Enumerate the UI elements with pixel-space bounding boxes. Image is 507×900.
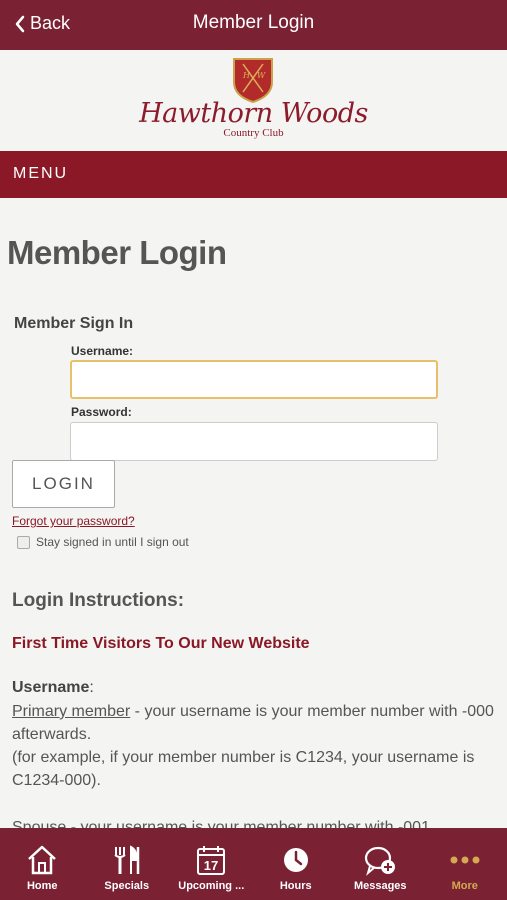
- home-icon: [28, 845, 57, 875]
- calendar-icon: 17: [197, 846, 226, 875]
- svg-text:W: W: [257, 71, 266, 80]
- spouse-text: Spouse - your username is your member nu…: [12, 819, 430, 828]
- back-button[interactable]: Back: [14, 13, 70, 34]
- crest-icon: H W: [233, 58, 273, 104]
- messages-icon: [365, 846, 396, 876]
- primary-member-term: Primary member: [12, 703, 131, 720]
- example-text: (for example, if your member number is C…: [12, 749, 475, 789]
- calendar-day: 17: [204, 858, 218, 873]
- logo-name: Hawthorn Woods: [139, 98, 368, 129]
- tab-specials-label: Specials: [104, 880, 150, 892]
- tab-upcoming[interactable]: 17 Upcoming ...: [169, 828, 254, 900]
- menu-label: MENU: [13, 165, 69, 182]
- main-content: Member Login Member Sign In Username: Pa…: [0, 198, 507, 828]
- page-title: Member Login: [7, 234, 227, 271]
- tab-specials[interactable]: Specials: [85, 828, 170, 900]
- stay-signed-in-checkbox[interactable]: [17, 535, 30, 549]
- club-logo: H W Hawthorn Woods Country Club: [0, 50, 507, 151]
- instructions-title: Login Instructions:: [12, 590, 185, 611]
- tab-home[interactable]: Home: [0, 828, 85, 900]
- password-field[interactable]: [70, 422, 438, 461]
- svg-text:H: H: [242, 71, 251, 80]
- stay-signed-in-row[interactable]: Stay signed in until I sign out: [17, 535, 189, 549]
- first-time-heading: First Time Visitors To Our New Website: [12, 635, 310, 652]
- tab-hours[interactable]: Hours: [254, 828, 339, 900]
- username-label: Username:: [71, 344, 134, 358]
- cutlery-icon: [114, 845, 139, 874]
- username-heading-colon: :: [89, 679, 94, 696]
- back-label: Back: [30, 13, 71, 33]
- password-label: Password:: [71, 405, 132, 419]
- chevron-left-icon: [15, 15, 25, 32]
- clock-icon: [283, 848, 308, 872]
- tab-home-label: Home: [26, 880, 58, 892]
- signin-title: Member Sign In: [14, 315, 134, 332]
- tab-upcoming-label: Upcoming ...: [178, 880, 245, 892]
- tab-more-label: More: [451, 880, 478, 892]
- tab-hours-label: Hours: [279, 880, 312, 892]
- login-button[interactable]: LOGIN: [12, 460, 115, 508]
- tab-messages[interactable]: Messages: [338, 828, 423, 900]
- username-field[interactable]: [70, 360, 438, 399]
- more-icon: [450, 856, 480, 864]
- tab-messages-label: Messages: [353, 880, 407, 892]
- logo-subtitle: Country Club: [223, 127, 284, 139]
- menu-bar[interactable]: MENU: [0, 151, 507, 198]
- stay-signed-in-label: Stay signed in until I sign out: [36, 535, 189, 549]
- username-heading: Username:: [12, 679, 94, 697]
- forgot-password-link[interactable]: Forgot your password?: [12, 514, 135, 528]
- top-nav-bar: Back Member Login: [0, 0, 507, 50]
- username-heading-text: Username: [12, 679, 90, 696]
- tab-more[interactable]: More: [423, 828, 507, 900]
- nav-title: Member Login: [192, 12, 315, 33]
- bottom-tab-bar: Home Specials 17 Upcoming ... Hours Mess…: [0, 828, 507, 900]
- primary-member-text: Primary member - your username is your m…: [12, 700, 498, 746]
